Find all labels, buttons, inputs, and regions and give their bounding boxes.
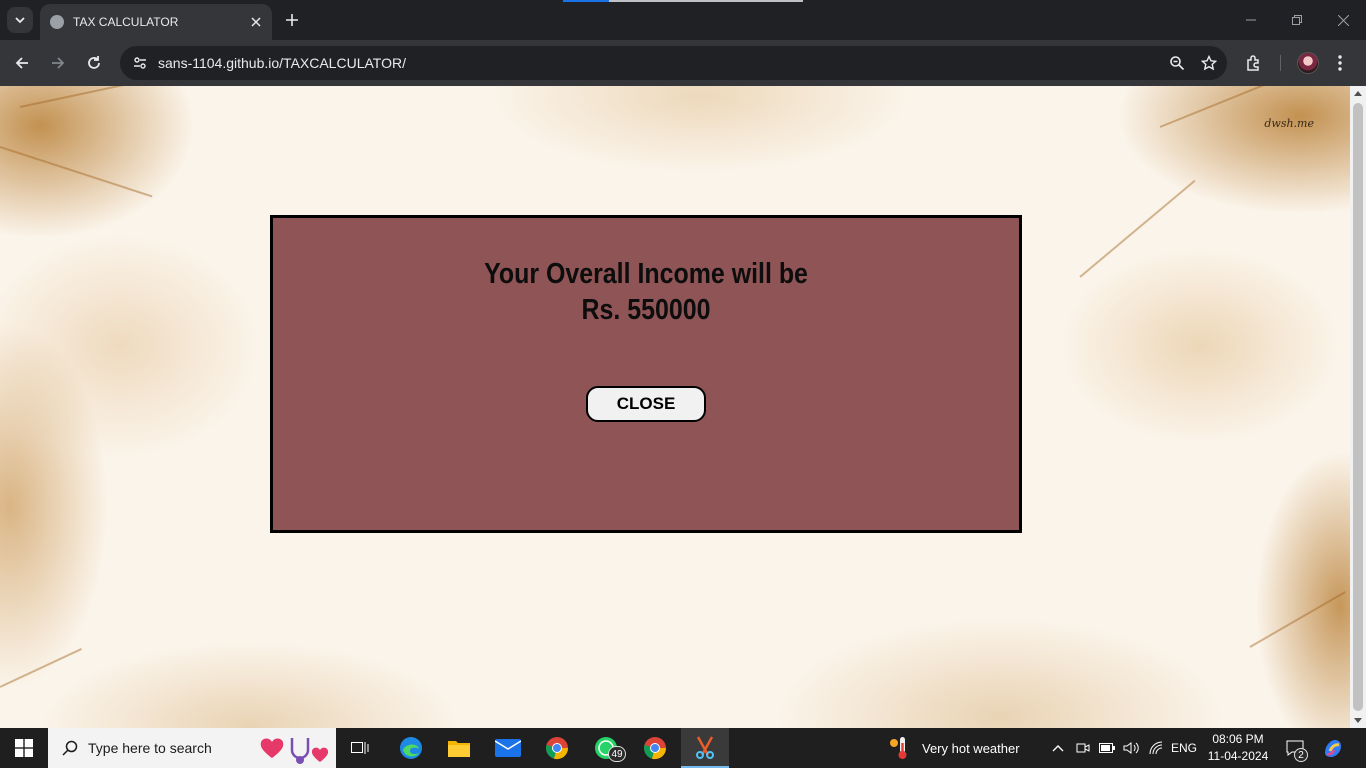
chrome-icon [546, 737, 569, 760]
page-scrollbar[interactable] [1350, 86, 1366, 728]
zoom-button[interactable] [1163, 49, 1191, 77]
income-amount: Rs. 550000 [581, 294, 711, 326]
url-text[interactable]: sans-1104.github.io/TAXCALCULATOR/ [158, 55, 1163, 71]
income-heading: Your Overall Income will be [484, 258, 808, 290]
meet-now-tray-icon[interactable] [1072, 728, 1094, 768]
whatsapp-taskbar-icon[interactable]: 49 [582, 728, 630, 768]
bookmark-button[interactable] [1195, 49, 1223, 77]
thermometer-icon [890, 737, 907, 759]
mail-icon [495, 739, 521, 757]
windows-taskbar: Type here to search 49 Very hot weather [0, 728, 1366, 768]
taskbar-clock[interactable]: 08:06 PM 11-04-2024 [1200, 731, 1276, 765]
task-view-button[interactable] [336, 728, 384, 768]
address-bar[interactable]: sans-1104.github.io/TAXCALCULATOR/ [120, 46, 1227, 80]
income-result-modal: Your Overall Income will be Rs. 550000 C… [270, 215, 1022, 533]
minimize-button[interactable] [1228, 0, 1274, 40]
close-icon [251, 17, 261, 27]
new-tab-button[interactable] [280, 8, 304, 32]
battery-icon [1099, 743, 1115, 753]
reload-icon [88, 56, 100, 69]
plus-icon [286, 14, 298, 26]
forward-button[interactable] [44, 49, 72, 77]
chevron-up-icon [1052, 745, 1064, 752]
zoom-icon [1170, 56, 1185, 71]
whatsapp-unread-badge: 49 [608, 746, 626, 762]
windows-logo-icon [15, 739, 33, 757]
battery-tray-icon[interactable] [1096, 728, 1118, 768]
site-settings-icon[interactable] [130, 53, 150, 73]
chevron-down-icon [15, 17, 25, 24]
copilot-icon [1325, 740, 1341, 757]
taskbar-search[interactable]: Type here to search [48, 728, 336, 768]
clock-time: 08:06 PM [1212, 732, 1264, 746]
show-hidden-icons-button[interactable] [1048, 728, 1068, 768]
copilot-button[interactable] [1318, 728, 1348, 768]
language-indicator[interactable]: ENG [1170, 728, 1198, 768]
tab-close-button[interactable] [248, 14, 264, 30]
arrow-right-icon [52, 57, 65, 69]
minimize-icon [1246, 19, 1256, 21]
weather-text: Very hot weather [922, 740, 1020, 756]
folder-icon [448, 741, 470, 757]
more-vertical-icon [1338, 55, 1342, 71]
task-view-icon [351, 742, 369, 754]
chrome-taskbar-icon[interactable] [533, 728, 581, 768]
page-viewport: dwsh.me Your Overall Income will be Rs. … [0, 86, 1350, 728]
loading-indicator [563, 0, 803, 2]
tab-search-button[interactable] [7, 7, 33, 33]
wifi-icon [1149, 741, 1163, 755]
clock-date: 11-04-2024 [1207, 749, 1269, 763]
mail-taskbar-icon[interactable] [484, 728, 532, 768]
search-placeholder: Type here to search [88, 740, 212, 756]
start-button[interactable] [0, 728, 48, 768]
browser-tab[interactable]: TAX CALCULATOR [40, 4, 272, 40]
back-button[interactable] [8, 49, 36, 77]
browser-tabstrip: TAX CALCULATOR [0, 0, 1366, 40]
close-button[interactable]: CLOSE [586, 386, 706, 422]
edge-icon [400, 737, 422, 759]
decor-branch [1079, 179, 1196, 278]
weather-widget[interactable]: Very hot weather [888, 728, 1020, 768]
file-explorer-taskbar-icon[interactable] [435, 728, 483, 768]
profile-avatar[interactable] [1297, 52, 1319, 74]
decor-branch [1249, 591, 1346, 648]
close-icon [1337, 14, 1349, 26]
network-tray-icon[interactable] [1144, 728, 1168, 768]
camera-icon [1076, 743, 1090, 753]
globe-icon [50, 15, 64, 29]
browser-toolbar: sans-1104.github.io/TAXCALCULATOR/ [0, 40, 1366, 86]
watermark-text: dwsh.me [1264, 117, 1314, 130]
toolbar-divider [1280, 55, 1281, 71]
speaker-icon [1123, 742, 1139, 754]
decor-branch [0, 146, 153, 198]
extensions-button[interactable] [1240, 49, 1268, 77]
health-doodle-icon [260, 738, 329, 764]
scroll-up-arrow[interactable] [1354, 91, 1362, 96]
restore-button[interactable] [1274, 0, 1320, 40]
puzzle-icon [1247, 55, 1259, 71]
edge-taskbar-icon[interactable] [387, 728, 435, 768]
snipping-tool-icon [696, 736, 714, 759]
tab-title: TAX CALCULATOR [73, 15, 179, 29]
snipping-tool-taskbar-icon[interactable] [681, 728, 729, 768]
restore-icon [1292, 15, 1302, 25]
search-icon [62, 740, 78, 756]
window-close-button[interactable] [1320, 0, 1366, 40]
volume-tray-icon[interactable] [1120, 728, 1142, 768]
star-icon [1201, 55, 1217, 71]
decor-branch [0, 648, 82, 688]
browser-menu-button[interactable] [1326, 49, 1354, 77]
notification-count-badge: 2 [1294, 748, 1308, 762]
scroll-down-arrow[interactable] [1354, 718, 1362, 723]
reload-button[interactable] [80, 49, 108, 77]
decor-branch [19, 86, 148, 108]
scrollbar-thumb[interactable] [1353, 103, 1363, 711]
arrow-left-icon [15, 57, 28, 69]
chrome-icon [644, 737, 667, 760]
chrome-taskbar-icon-2[interactable] [631, 728, 679, 768]
income-message: Your Overall Income will be Rs. 550000 [325, 256, 967, 328]
notification-center-button[interactable]: 2 [1282, 728, 1308, 768]
